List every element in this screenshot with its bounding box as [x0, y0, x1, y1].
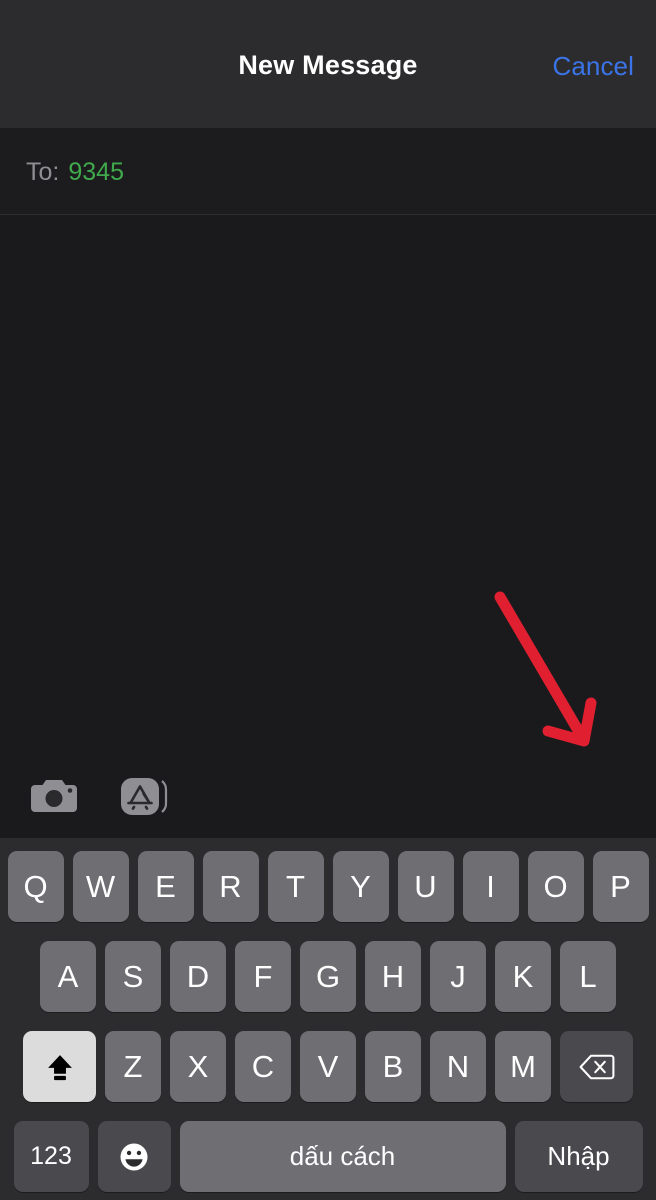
key-label: J — [450, 958, 466, 994]
key-emoji[interactable] — [97, 1121, 171, 1192]
key-label: U — [414, 868, 437, 904]
key-label: B — [382, 1048, 404, 1084]
key-d[interactable]: D — [170, 941, 226, 1012]
key-label: Z — [123, 1048, 143, 1084]
key-label: A — [57, 958, 79, 994]
key-label: Q — [23, 868, 48, 904]
key-numeric-mode[interactable]: 123 — [13, 1121, 89, 1192]
key-y[interactable]: Y — [332, 851, 389, 922]
backspace-icon — [579, 1054, 614, 1079]
key-label: I — [486, 868, 495, 904]
key-o[interactable]: O — [527, 851, 584, 922]
key-label: X — [187, 1048, 209, 1084]
conversation-body — [0, 216, 656, 753]
recipient-field[interactable]: To: 9345 — [26, 158, 124, 187]
key-label: T — [286, 868, 305, 904]
camera-icon[interactable] — [29, 771, 79, 821]
key-label: W — [85, 868, 116, 904]
navigation-bar: New Message Cancel — [0, 0, 656, 128]
key-label: F — [253, 958, 273, 994]
recipient-row[interactable]: To: 9345 — [0, 128, 656, 215]
keyboard-row-3: ZXCVBNM — [0, 1031, 656, 1102]
key-label: Nhập — [547, 1141, 610, 1171]
key-i[interactable]: I — [462, 851, 519, 922]
key-label: R — [219, 868, 242, 904]
key-label: O — [543, 868, 568, 904]
key-label: N — [446, 1048, 470, 1084]
keyboard-row-1: QWERTYUIOP — [0, 851, 656, 922]
message-compose-screen: New Message Cancel To: 9345 U D V T H O — [0, 0, 656, 1200]
key-label: M — [510, 1048, 536, 1084]
key-n[interactable]: N — [430, 1031, 486, 1102]
keyboard-row-4: 123 dấu cách Nhập — [0, 1121, 656, 1192]
key-label: H — [381, 958, 405, 994]
key-g[interactable]: G — [300, 941, 356, 1012]
key-w[interactable]: W — [72, 851, 129, 922]
key-z[interactable]: Z — [105, 1031, 161, 1102]
key-h[interactable]: H — [365, 941, 421, 1012]
key-label: V — [317, 1048, 339, 1084]
key-shift[interactable] — [23, 1031, 96, 1102]
key-a[interactable]: A — [40, 941, 96, 1012]
key-backspace[interactable] — [560, 1031, 633, 1102]
key-j[interactable]: J — [430, 941, 486, 1012]
key-s[interactable]: S — [105, 941, 161, 1012]
app-store-icon[interactable] — [118, 771, 168, 821]
key-l[interactable]: L — [560, 941, 616, 1012]
key-label: P — [610, 868, 631, 904]
message-input-toolbar: UDV THOAI — [0, 753, 656, 838]
key-r[interactable]: R — [202, 851, 259, 922]
key-e[interactable]: E — [137, 851, 194, 922]
key-q[interactable]: Q — [7, 851, 64, 922]
key-label: Y — [350, 868, 371, 904]
key-p[interactable]: P — [592, 851, 649, 922]
key-return[interactable]: Nhập — [514, 1121, 643, 1192]
key-label: D — [186, 958, 210, 994]
recipient-value[interactable]: 9345 — [68, 158, 124, 187]
key-f[interactable]: F — [235, 941, 291, 1012]
key-t[interactable]: T — [267, 851, 324, 922]
key-label: E — [155, 868, 176, 904]
key-label: 123 — [30, 1142, 72, 1170]
key-label: K — [512, 958, 534, 994]
key-label: dấu cách — [289, 1141, 396, 1171]
emoji-icon — [120, 1143, 148, 1170]
onscreen-keyboard: Q W E R T Y U I O P A S D F G H J K L Z X C V B N M 123 dấu cách… — [0, 838, 656, 1200]
key-label: C — [251, 1048, 275, 1084]
cancel-button[interactable]: Cancel — [552, 51, 634, 82]
key-space[interactable]: dấu cách — [179, 1121, 506, 1192]
key-label: S — [122, 958, 144, 994]
key-label: L — [579, 958, 597, 994]
key-x[interactable]: X — [170, 1031, 226, 1102]
shift-icon — [47, 1054, 72, 1080]
key-k[interactable]: K — [495, 941, 551, 1012]
recipient-label: To: — [26, 158, 60, 186]
key-b[interactable]: B — [365, 1031, 421, 1102]
keyboard-row-2: ASDFGHJKL — [0, 941, 656, 1012]
key-c[interactable]: C — [235, 1031, 291, 1102]
key-m[interactable]: M — [495, 1031, 551, 1102]
key-label: G — [315, 958, 341, 994]
key-u[interactable]: U — [397, 851, 454, 922]
key-v[interactable]: V — [300, 1031, 356, 1102]
